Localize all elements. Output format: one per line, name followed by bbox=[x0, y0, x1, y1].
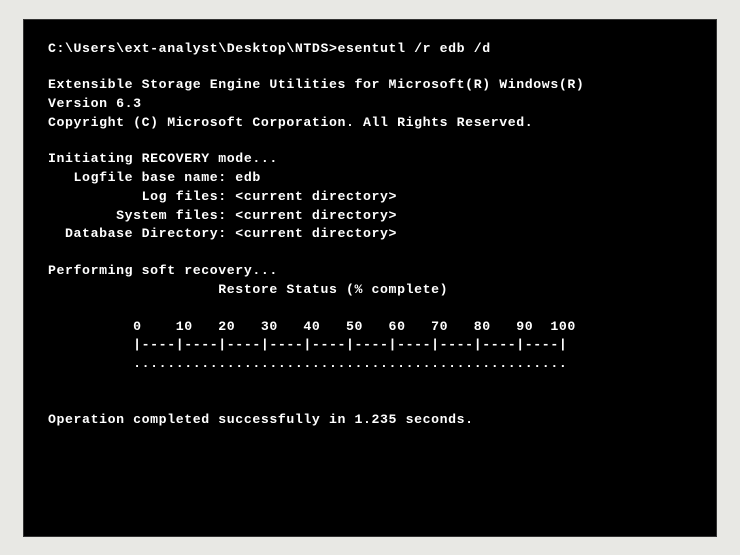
blank-line-2 bbox=[48, 393, 692, 412]
log-files-line: Log files: <current directory> bbox=[48, 188, 692, 207]
prompt-path: C:\Users\ext-analyst\Desktop\NTDS> bbox=[48, 41, 337, 56]
restore-status-label: Restore Status (% complete) bbox=[48, 281, 692, 300]
terminal-window[interactable]: C:\Users\ext-analyst\Desktop\NTDS>esentu… bbox=[23, 19, 717, 537]
system-files-line: System files: <current directory> bbox=[48, 207, 692, 226]
db-dir-line: Database Directory: <current directory> bbox=[48, 225, 692, 244]
performing-line: Performing soft recovery... bbox=[48, 262, 692, 281]
progress-dots: ........................................… bbox=[48, 355, 692, 374]
command-prompt-line: C:\Users\ext-analyst\Desktop\NTDS>esentu… bbox=[48, 40, 692, 59]
header-version: Version 6.3 bbox=[48, 95, 692, 114]
progress-ruler: |----|----|----|----|----|----|----|----… bbox=[48, 336, 692, 355]
recovery-mode-line: Initiating RECOVERY mode... bbox=[48, 150, 692, 169]
terminal-output: C:\Users\ext-analyst\Desktop\NTDS>esentu… bbox=[48, 40, 692, 430]
entered-command: esentutl /r edb /d bbox=[337, 41, 490, 56]
header-copyright: Copyright (C) Microsoft Corporation. All… bbox=[48, 114, 692, 133]
result-line: Operation completed successfully in 1.23… bbox=[48, 411, 692, 430]
blank-line-1 bbox=[48, 374, 692, 393]
header-title: Extensible Storage Engine Utilities for … bbox=[48, 76, 692, 95]
logfile-base-line: Logfile base name: edb bbox=[48, 169, 692, 188]
progress-scale: 0 10 20 30 40 50 60 70 80 90 100 bbox=[48, 318, 692, 337]
